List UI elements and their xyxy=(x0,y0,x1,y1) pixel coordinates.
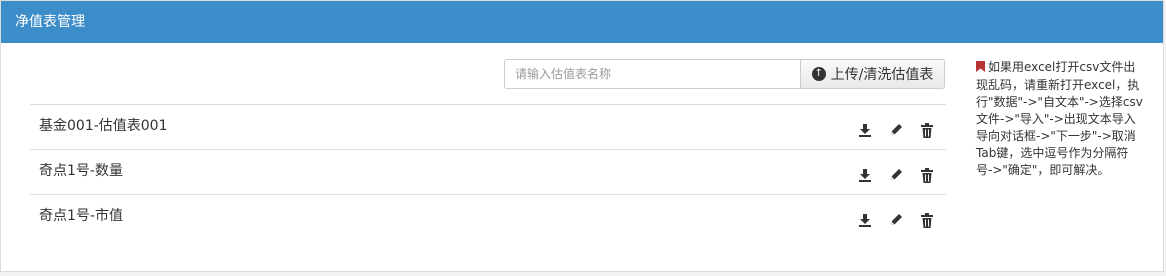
list-item: 基金001-估值表001 xyxy=(30,104,946,149)
list-item: 奇点1号-市值 xyxy=(30,194,946,239)
trash-icon[interactable] xyxy=(916,210,938,230)
fund-table-panel: 净值表管理 ↑ 上传/清洗估值表 基金001-估值表001 奇点1号 xyxy=(0,0,1164,272)
list-item-name: 基金001-估值表001 xyxy=(39,118,168,134)
pencil-icon[interactable] xyxy=(885,165,907,185)
help-note-text: 如果用excel打开csv文件出现乱码，请重新打开excel，执行"数据"->"… xyxy=(976,60,1143,177)
list-item-name: 奇点1号-数量 xyxy=(39,163,123,179)
trash-icon[interactable] xyxy=(916,120,938,140)
panel-title: 净值表管理 xyxy=(1,1,1163,43)
bookmark-icon xyxy=(976,60,985,77)
row-actions xyxy=(845,165,938,185)
list-item: 奇点1号-数量 xyxy=(30,149,946,194)
pencil-icon[interactable] xyxy=(885,210,907,230)
download-icon[interactable] xyxy=(854,120,876,140)
upload-clean-button[interactable]: ↑ 上传/清洗估值表 xyxy=(800,59,945,89)
row-actions xyxy=(845,120,938,140)
search-input[interactable] xyxy=(504,59,800,89)
list-item-name: 奇点1号-市值 xyxy=(39,208,123,224)
circle-arrow-up-icon: ↑ xyxy=(811,67,826,81)
trash-icon[interactable] xyxy=(916,165,938,185)
upload-button-label: 上传/清洗估值表 xyxy=(830,67,934,83)
table-list: 基金001-估值表001 奇点1号-数量 奇点1号-市值 xyxy=(30,104,946,239)
download-icon[interactable] xyxy=(854,165,876,185)
download-icon[interactable] xyxy=(854,210,876,230)
toolbar: ↑ 上传/清洗估值表 xyxy=(504,59,945,89)
excel-csv-help-note: 如果用excel打开csv文件出现乱码，请重新打开excel，执行"数据"->"… xyxy=(976,59,1144,179)
row-actions xyxy=(845,210,938,230)
pencil-icon[interactable] xyxy=(885,120,907,140)
